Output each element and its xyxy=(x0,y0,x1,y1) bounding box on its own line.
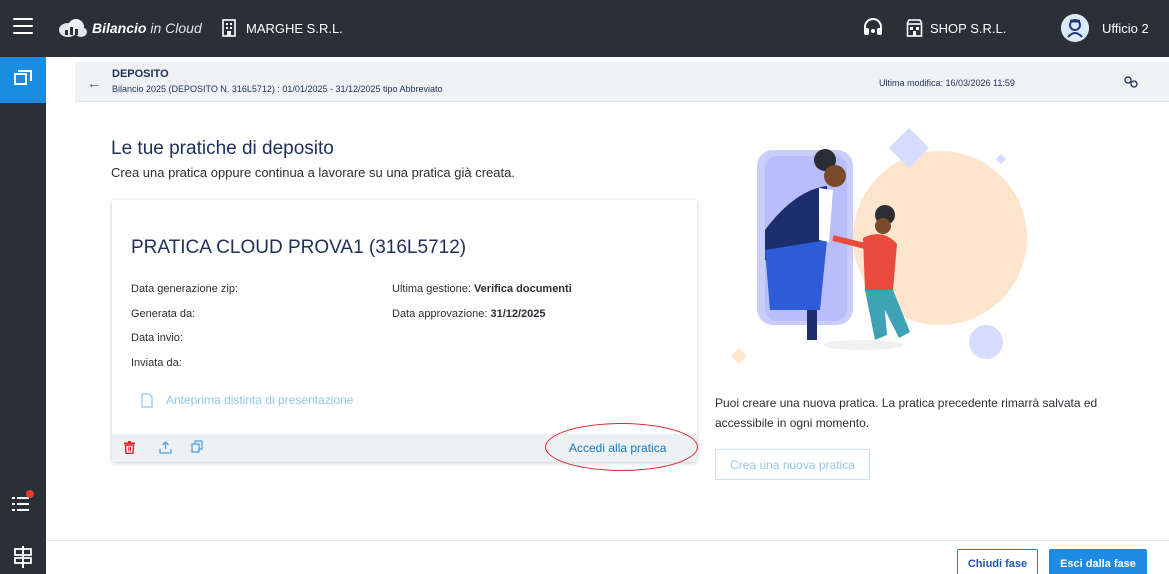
illustration xyxy=(731,128,1027,364)
company-selector[interactable]: MARGHE S.R.L. xyxy=(246,21,343,36)
new-practice-info: Puoi creare una nuova pratica. La pratic… xyxy=(715,396,1098,430)
cloud-logo-icon xyxy=(59,19,87,37)
building-icon xyxy=(222,19,236,37)
notification-dot xyxy=(26,490,34,498)
shop-selector[interactable]: SHOP S.R.L. xyxy=(930,21,1006,36)
top-bar: Bilancio in Cloud MARGHE S.R.L. SHOP S.R… xyxy=(0,0,1169,57)
page-subtitle: Bilancio 2025 (DEPOSITO N. 316L5712) : 0… xyxy=(112,84,443,94)
last-action-label: Ultima gestione: xyxy=(392,283,471,295)
last-modified: Ultima modifica: 16/03/2026 11:59 xyxy=(879,78,1015,88)
menu-icon[interactable] xyxy=(13,18,33,38)
upload-icon[interactable] xyxy=(159,441,172,454)
settings-icon[interactable] xyxy=(1124,76,1138,88)
document-icon xyxy=(141,393,153,408)
practice-title: PRATICA CLOUD PROVA1 (316L5712) xyxy=(131,237,467,258)
send-date-label: Data invio: xyxy=(131,332,183,344)
arrow-left-icon[interactable]: ← xyxy=(87,75,101,91)
left-rail xyxy=(0,57,46,574)
document-list-icon[interactable] xyxy=(13,546,33,568)
rail-item-folders[interactable] xyxy=(0,57,46,103)
last-action: Ultima gestione: Verifica documenti xyxy=(392,283,572,295)
user-avatar-icon[interactable] xyxy=(1061,14,1089,42)
create-practice-button[interactable]: Crea una nuova pratica xyxy=(715,449,870,480)
generated-by-label: Generata da: xyxy=(131,308,196,320)
user-name[interactable]: Ufficio 2 xyxy=(1102,21,1149,36)
exit-phase-button[interactable]: Esci dalla fase xyxy=(1049,549,1147,574)
headset-icon[interactable] xyxy=(862,17,884,39)
bottom-bar: Chiudi fase Esci dalla fase xyxy=(46,540,1169,574)
preview-link[interactable]: Anteprima distinta di presentazione xyxy=(166,393,353,407)
store-icon xyxy=(906,19,923,37)
app-brand[interactable]: Bilancio in Cloud xyxy=(92,20,202,36)
zip-date-label: Data generazione zip: xyxy=(131,283,239,295)
trash-icon[interactable] xyxy=(124,441,135,454)
practice-card: PRATICA CLOUD PROVA1 (316L5712) Data gen… xyxy=(112,200,697,462)
copy-icon[interactable] xyxy=(191,440,203,453)
approval-value: 31/12/2025 xyxy=(490,308,546,320)
card-actions: Accedi alla pratica xyxy=(112,434,697,462)
approval-label: Data approvazione: xyxy=(392,308,488,320)
last-action-value: Verifica documenti xyxy=(473,283,572,295)
close-phase-button[interactable]: Chiudi fase xyxy=(957,549,1038,574)
page-header: ← DEPOSITO Bilancio 2025 (DEPOSITO N. 31… xyxy=(75,62,1169,102)
access-practice-link[interactable]: Accedi alla pratica xyxy=(569,441,666,455)
folder-icon xyxy=(14,70,32,85)
main-subtitle: Crea una pratica oppure continua a lavor… xyxy=(111,165,515,180)
approval-date: Data approvazione: 31/12/2025 xyxy=(392,308,546,320)
main-title: Le tue pratiche di deposito xyxy=(111,138,334,159)
sent-by-label: Inviata da: xyxy=(131,357,182,369)
page-title: DEPOSITO xyxy=(112,68,169,80)
